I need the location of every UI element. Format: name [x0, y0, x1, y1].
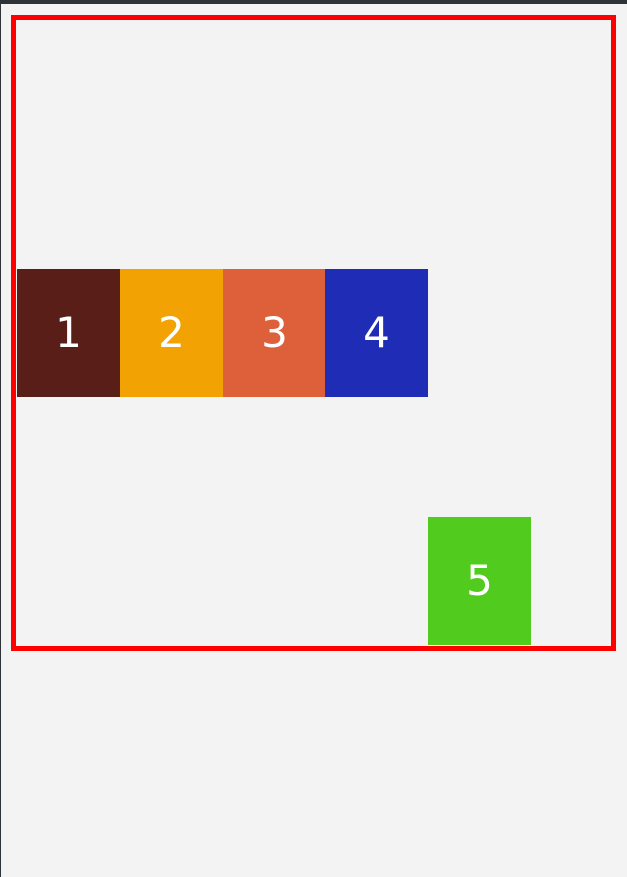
box-1: 1	[17, 269, 120, 397]
top-strip	[0, 0, 627, 4]
box-2: 2	[120, 269, 223, 397]
left-edge-line	[0, 0, 1, 877]
box-5: 5	[428, 517, 531, 645]
box-3: 3	[223, 269, 326, 397]
box-4: 4	[325, 269, 428, 397]
